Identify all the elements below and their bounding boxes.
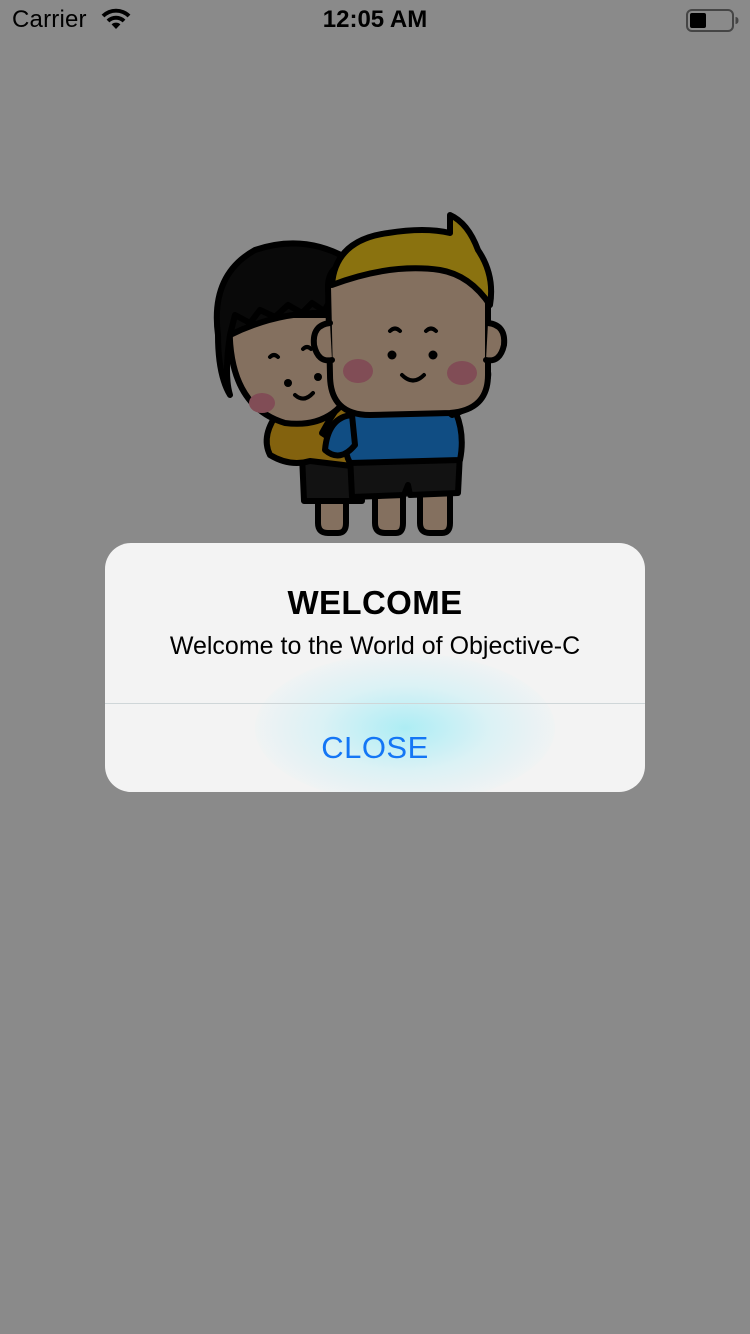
alert-title: WELCOME [287,584,463,621]
app-screen: Carrier 12:05 AM WELCOME Welcome to the … [0,0,750,1334]
alert-message: Welcome to the World of Objective-C [169,632,581,660]
welcome-alert: WELCOME Welcome to the World of Objectiv… [105,543,645,792]
status-time: 12:05 AM [322,6,428,33]
status-bar: Carrier 12:05 AM [0,0,750,40]
close-button[interactable]: CLOSE [105,704,645,792]
battery-icon [686,9,739,32]
